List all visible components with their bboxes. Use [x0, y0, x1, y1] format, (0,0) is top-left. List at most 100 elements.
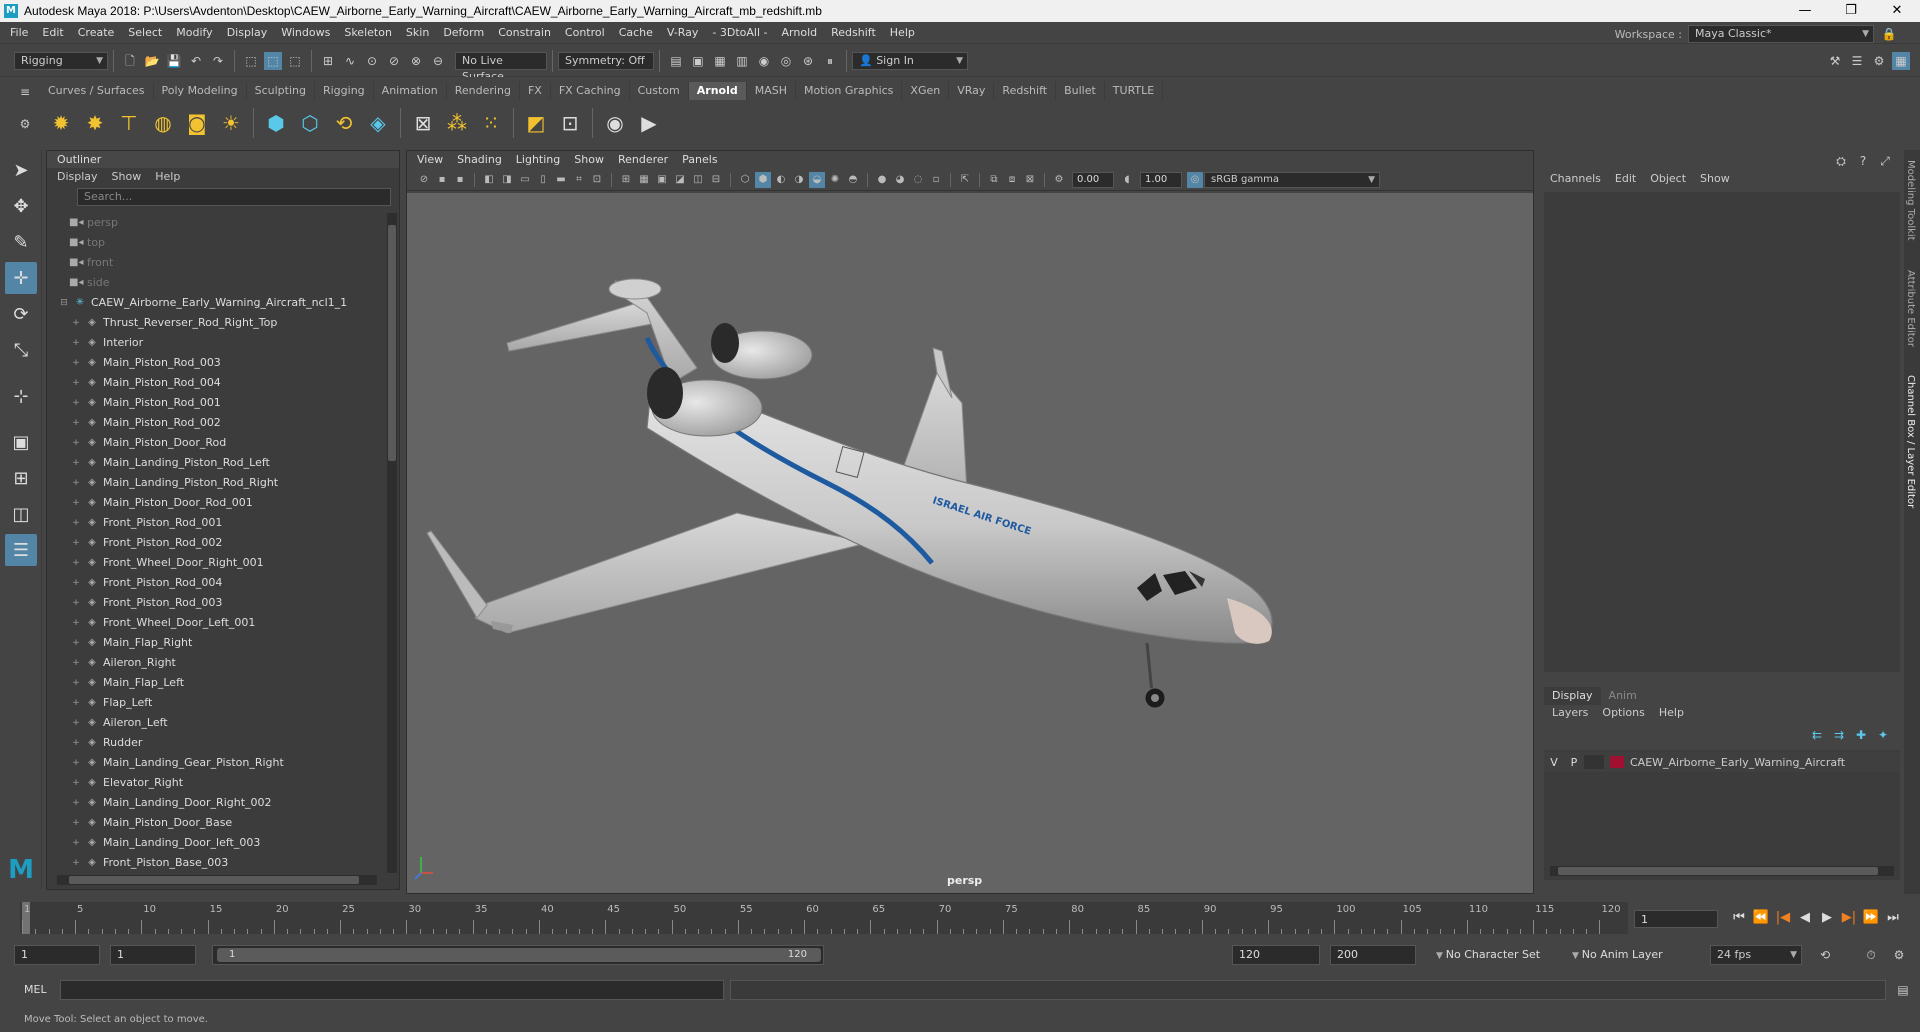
camera-attributes-icon[interactable]: ◧: [481, 172, 497, 188]
expand-icon[interactable]: +: [71, 853, 81, 873]
outliner-camera-item[interactable]: ■◂ top: [47, 233, 387, 253]
outliner-item[interactable]: + ◈ Interior: [47, 333, 387, 353]
outliner-item[interactable]: + ◈ Front_Wheel_Door_Left_001: [47, 613, 387, 633]
outliner-item[interactable]: + ◈ Main_Landing_Door_left_003: [47, 833, 387, 853]
expand-icon[interactable]: +: [71, 733, 81, 753]
script-language-toggle[interactable]: MEL: [24, 983, 47, 996]
shelf-tab-fx-caching[interactable]: FX Caching: [551, 82, 630, 100]
expand-icon[interactable]: +: [71, 353, 81, 373]
menu-constrain[interactable]: Constrain: [491, 22, 558, 44]
expand-icon[interactable]: +: [71, 513, 81, 533]
expand-icon[interactable]: +: [71, 393, 81, 413]
workspace-dropdown[interactable]: Maya Classic* ▼: [1688, 25, 1874, 43]
new-scene-icon[interactable]: 🗋: [121, 52, 139, 70]
shaded-cube-icon[interactable]: ⬢: [755, 171, 771, 188]
command-input[interactable]: [60, 980, 724, 1000]
auto-key-icon[interactable]: ⏱: [1862, 946, 1880, 964]
outliner-item[interactable]: + ◈ Front_Piston_Rod_002: [47, 533, 387, 553]
export-standin-icon[interactable]: ⬡: [296, 109, 324, 137]
shadows-icon[interactable]: ◒: [809, 171, 825, 188]
menu-edit[interactable]: Edit: [35, 22, 70, 44]
shelf-tab-mash[interactable]: MASH: [747, 82, 797, 100]
select-tool-icon[interactable]: ➤: [5, 154, 37, 186]
expand-icon[interactable]: +: [71, 773, 81, 793]
outliner-root-group[interactable]: ⊟ ✳ CAEW_Airborne_Early_Warning_Aircraft_n…: [47, 293, 387, 313]
outliner-item[interactable]: + ◈ Main_Landing_Door_Right_002: [47, 793, 387, 813]
minimize-button[interactable]: —: [1782, 0, 1828, 22]
symmetry-dropdown[interactable]: Symmetry: Off: [558, 51, 654, 70]
texture-manager-icon[interactable]: ⁂: [443, 109, 471, 137]
outliner-item[interactable]: + ◈ Main_Piston_Door_Rod_001: [47, 493, 387, 513]
channelbox-menu-edit[interactable]: Edit: [1615, 172, 1636, 185]
grid-icon[interactable]: ⊞: [618, 172, 634, 188]
isolate-icon[interactable]: ◌: [910, 172, 926, 188]
menu-arnold[interactable]: Arnold: [775, 22, 825, 44]
menu-deform[interactable]: Deform: [436, 22, 491, 44]
lock-camera-icon[interactable]: ▪: [434, 172, 450, 188]
single-view-icon[interactable]: ▣: [5, 426, 37, 458]
outliner-item[interactable]: + ◈ Front_Piston_Rod_001: [47, 513, 387, 533]
outliner-search-input[interactable]: Search...: [77, 188, 391, 206]
outliner-item[interactable]: + ◈ Main_Piston_Rod_003: [47, 353, 387, 373]
expand-icon[interactable]: +: [71, 713, 81, 733]
photometric-light-icon[interactable]: ⊤: [115, 109, 143, 137]
hud-icon[interactable]: ▫: [928, 172, 944, 188]
move-layer-down-icon[interactable]: ⇉: [1830, 726, 1848, 744]
shelf-tab-rendering[interactable]: Rendering: [447, 82, 520, 100]
viewport-menu-show[interactable]: Show: [574, 151, 604, 169]
snap-curve-icon[interactable]: ∿: [341, 52, 359, 70]
expand-icon[interactable]: +: [71, 373, 81, 393]
expand-icon[interactable]: +: [71, 533, 81, 553]
expand-icon[interactable]: +: [71, 693, 81, 713]
gamma-field[interactable]: 1.00: [1140, 171, 1182, 188]
outliner-item[interactable]: + ◈ Main_Flap_Left: [47, 673, 387, 693]
lights-icon[interactable]: ◑: [791, 172, 807, 188]
menu-redshift[interactable]: Redshift: [824, 22, 883, 44]
light-portal-icon[interactable]: ◙: [183, 109, 211, 137]
film-gate-icon[interactable]: ▭: [517, 172, 533, 188]
modeling-toolkit-toggle-icon[interactable]: ⚒: [1826, 52, 1844, 70]
range-slider[interactable]: 1 120: [212, 945, 824, 965]
paint-select-tool-icon[interactable]: ✎: [5, 226, 37, 258]
menu-skin[interactable]: Skin: [399, 22, 436, 44]
shelf-tab-animation[interactable]: Animation: [374, 82, 447, 100]
shelf-tab-redshift[interactable]: Redshift: [994, 82, 1057, 100]
image-plane-icon[interactable]: ◨: [499, 172, 515, 188]
ambient-occlusion-icon[interactable]: ✺: [827, 172, 843, 188]
redshift-render-icon[interactable]: ⊛: [799, 52, 817, 70]
layer-row[interactable]: V P CAEW_Airborne_Early_Warning_Aircraft: [1544, 752, 1900, 772]
expand-icon[interactable]: +: [71, 333, 81, 353]
menu-windows[interactable]: Windows: [274, 22, 337, 44]
scroll-thumb[interactable]: [1558, 867, 1878, 875]
anim-layer-dropdown[interactable]: ▼ No Anim Layer: [1572, 945, 1692, 965]
motion-blur-icon[interactable]: ◓: [845, 172, 861, 188]
shelf-tab-custom[interactable]: Custom: [630, 82, 689, 100]
expand-icon[interactable]: +: [71, 553, 81, 573]
isolate-select-icon[interactable]: ⇱: [957, 172, 973, 188]
menu-v-ray[interactable]: V-Ray: [660, 22, 706, 44]
channel-box-toggle-icon[interactable]: ▦: [1892, 52, 1910, 70]
outliner-item[interactable]: + ◈ Main_Piston_Rod_001: [47, 393, 387, 413]
color-management-icon[interactable]: ◎: [1187, 171, 1203, 188]
redo-icon[interactable]: ↷: [209, 52, 227, 70]
expand-icon[interactable]: +: [71, 453, 81, 473]
snap-view-plane-icon[interactable]: ⊘: [385, 52, 403, 70]
maximize-button[interactable]: ❐: [1828, 0, 1874, 22]
expand-icon[interactable]: +: [71, 473, 81, 493]
select-component-icon[interactable]: ⬚: [286, 52, 304, 70]
select-hierarchy-icon[interactable]: ⬚: [242, 52, 260, 70]
menu-3dtoall[interactable]: - 3DtoAll -: [705, 22, 774, 44]
render-play-icon[interactable]: ▶: [635, 109, 663, 137]
outliner-item[interactable]: + ◈ Front_Piston_Rod_003: [47, 593, 387, 613]
exposure-field[interactable]: 0.00: [1072, 171, 1114, 188]
tool-settings-toggle-icon[interactable]: ⚙: [1870, 52, 1888, 70]
default-material-icon[interactable]: ◪: [672, 172, 688, 188]
move-tool-icon[interactable]: ✛: [5, 262, 37, 294]
outliner-item[interactable]: + ◈ Front_Wheel_Door_Right_001: [47, 553, 387, 573]
layer-menu-layers[interactable]: Layers: [1552, 706, 1588, 719]
range-slider-thumb[interactable]: 1 120: [217, 948, 821, 962]
outliner-item[interactable]: + ◈ Flap_Left: [47, 693, 387, 713]
outliner-vscrollbar[interactable]: [387, 213, 397, 873]
channel-box-lock-icon[interactable]: ⛭: [1832, 152, 1850, 170]
layer-menu-options[interactable]: Options: [1602, 706, 1644, 719]
